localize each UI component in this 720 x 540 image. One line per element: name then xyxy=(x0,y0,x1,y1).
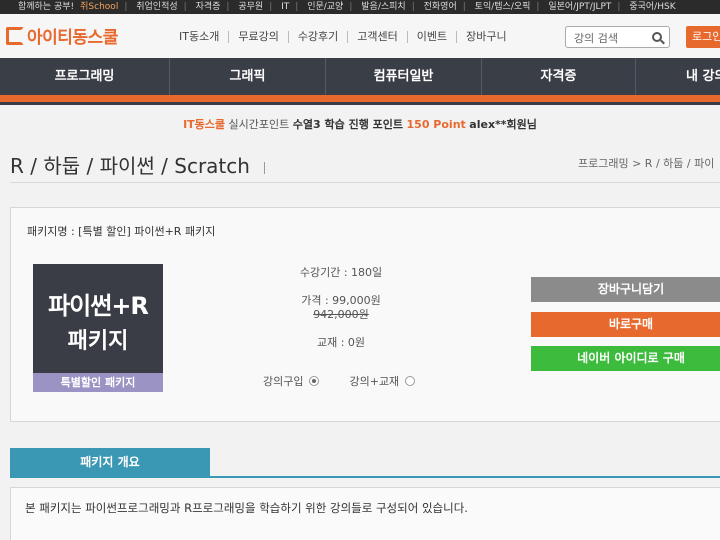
notice-points: 150 Point xyxy=(406,118,466,131)
category-nav: 프로그래밍 그래픽 컴퓨터일반 자격증 내 강의 xyxy=(0,58,720,95)
topbar-item[interactable]: 토익/텝스/오픽 xyxy=(475,2,531,12)
topbar-item[interactable]: 자격증 xyxy=(196,2,221,12)
product-box: 패키지명 : [특별 할인] 파이썬+R 패키지 파이썬+R 패키지 특별할인 … xyxy=(10,207,720,422)
menu-reviews[interactable]: 수강후기 xyxy=(287,31,347,43)
tab-underline xyxy=(10,476,720,478)
login-button[interactable]: 로그인 xyxy=(686,26,720,48)
purchase-options: 강의구입 강의+교재 xyxy=(263,373,416,389)
option-lecture-book-radio[interactable] xyxy=(405,376,416,386)
package-description: 본 패키지는 파이썬프로그래밍과 R프로그래밍을 학습하기 위한 강의들로 구성… xyxy=(10,487,720,540)
topbar-item[interactable]: 발음/스피치 xyxy=(361,2,405,12)
notice-brand: IT동스쿨 xyxy=(183,118,226,131)
tab-package-overview[interactable]: 패키지 개요 xyxy=(10,448,210,476)
notice-text2: 수열3 학습 진행 포인트 xyxy=(292,118,404,131)
package-thumbnail: 파이썬+R 패키지 특별할인 패키지 xyxy=(33,264,163,392)
topbar-item[interactable]: IT xyxy=(281,2,289,12)
title-divider-line xyxy=(10,182,720,183)
top-service-bar: 함께하는 공부! 쥐School | 취업인적성 | 자격증 | 공무원 | IT | 인문… xyxy=(0,0,720,14)
topbar-item[interactable]: 전화영어 xyxy=(424,2,457,12)
site-header: 아이티동스쿨 IT동소개 무료강의 수강후기 고객센터 이벤트 장바구니 강의 … xyxy=(0,14,720,58)
breadcrumb[interactable]: 프로그래밍 > R / 하둡 / 파이 xyxy=(578,155,714,171)
notice-member: alex**회원님 xyxy=(469,118,537,131)
thumb-title: 파이썬+R xyxy=(48,292,149,320)
point-notice: IT동스쿨 실시간포인트 수열3 학습 진행 포인트 150 Point ale… xyxy=(0,116,720,132)
topbar-highlight[interactable]: 쥐School xyxy=(80,2,118,12)
site-logo[interactable]: 아이티동스쿨 xyxy=(6,23,118,48)
thumb-badge: 특별할인 패키지 xyxy=(33,373,163,392)
period: 수강기간 : 180일 xyxy=(299,266,383,279)
option-lecture-book-label: 강의+교재 xyxy=(349,375,400,388)
page-title: R / 하둡 / 파이썬 / Scratch xyxy=(10,150,265,179)
package-info: 수강기간 : 180일 가격 : 99,000원 942,000원 교재 : 0… xyxy=(231,264,451,352)
menu-cart[interactable]: 장바구니 xyxy=(456,31,515,43)
option-lecture-radio[interactable] xyxy=(309,376,320,386)
title-divider xyxy=(263,161,265,174)
naver-purchase-button[interactable]: 네이버 아이디로 구매 xyxy=(531,346,720,371)
description-text: 본 패키지는 파이썬프로그래밍과 R프로그래밍을 학습하기 위한 강의들로 구성… xyxy=(25,501,468,515)
main-menu: IT동소개 무료강의 수강후기 고객센터 이벤트 장바구니 xyxy=(170,31,516,43)
logo-text: 아이티동스쿨 xyxy=(27,28,118,48)
category-graphics[interactable]: 그래픽 xyxy=(170,58,326,95)
topbar-item[interactable]: 중국어/HSK xyxy=(629,2,675,12)
page-title-text: R / 하둡 / 파이썬 / Scratch xyxy=(10,154,250,178)
menu-events[interactable]: 이벤트 xyxy=(406,31,456,43)
category-my-lectures[interactable]: 내 강의 xyxy=(636,58,720,95)
category-computer-general[interactable]: 컴퓨터일반 xyxy=(326,58,482,95)
material-price: 교재 : 0원 xyxy=(316,336,366,349)
option-lecture-label: 강의구입 xyxy=(263,375,304,388)
package-name: 패키지명 : [특별 할인] 파이썬+R 패키지 xyxy=(27,225,216,238)
menu-free-lectures[interactable]: 무료강의 xyxy=(228,31,287,43)
menu-support[interactable]: 고객센터 xyxy=(347,31,406,43)
notice-text1: 실시간포인트 xyxy=(228,118,290,131)
option-lecture[interactable]: 강의구입 xyxy=(263,373,320,389)
search-icon[interactable] xyxy=(652,32,662,42)
original-price: 942,000원 xyxy=(313,308,369,321)
search-input[interactable]: 강의 검색 xyxy=(565,26,670,48)
category-programming[interactable]: 프로그래밍 xyxy=(0,58,170,95)
thumb-subtitle: 패키지 xyxy=(67,329,129,354)
buy-now-button[interactable]: 바로구매 xyxy=(531,312,720,337)
topbar-item[interactable]: 취업인적성 xyxy=(136,2,177,12)
topbar-item[interactable]: 함께하는 공부! xyxy=(18,2,74,12)
add-to-cart-button[interactable]: 장바구니담기 xyxy=(531,277,720,302)
menu-about[interactable]: IT동소개 xyxy=(170,31,228,43)
option-lecture-book[interactable]: 강의+교재 xyxy=(349,373,416,389)
topbar-item[interactable]: 인문/교양 xyxy=(307,2,343,12)
topbar-item[interactable]: 일본어/JPT/JLPT xyxy=(548,2,611,12)
nav-accent-bar xyxy=(0,95,720,105)
search-placeholder: 강의 검색 xyxy=(574,32,618,45)
category-certification[interactable]: 자격증 xyxy=(482,58,636,95)
topbar-item[interactable]: 공무원 xyxy=(238,2,263,12)
logo-mark-icon xyxy=(6,26,24,45)
